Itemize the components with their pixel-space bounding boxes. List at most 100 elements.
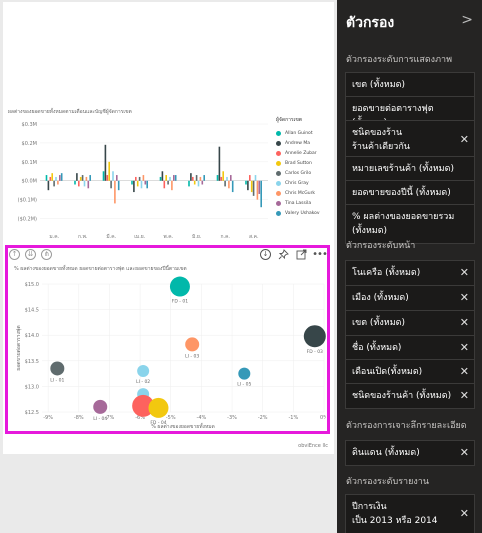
filter-card-label: % ผลต่างของยอดขายรวม (ทั้งหมด) [352, 212, 455, 236]
close-icon[interactable]: ✕ [460, 389, 469, 403]
bar [195, 175, 198, 181]
scatter-point [185, 337, 200, 352]
bar [49, 176, 52, 181]
filter-card-store-kind[interactable]: ชนิดของร้านค้า (ทั้งหมด) ✕ [345, 383, 475, 409]
chevron-right-icon[interactable]: > [461, 12, 473, 28]
bar [110, 180, 112, 189]
bar [53, 180, 55, 187]
bar [220, 176, 223, 181]
filter-card-label: เดือนเปิด(ทั้งหมด) [352, 367, 423, 377]
scatter-chart-plot[interactable]: $15.0$14.5$14.0$13.5$13.0$12.5-9% -8% -7% -… [8, 272, 326, 432]
bar [142, 175, 145, 181]
filter-card-this-year-sales[interactable]: ยอดขายของปีนี้ (ทั้งหมด) [345, 180, 475, 206]
y-axis-label: ยอดขายต่อตารางฟุต [16, 325, 22, 370]
legend-marker [276, 200, 281, 206]
filter-card-name[interactable]: ชื่อ (ทั้งหมด) ✕ [345, 335, 475, 361]
x-tick-label: -3% [227, 415, 237, 421]
legend-item[interactable]: Tina Lassila [276, 198, 332, 208]
filter-card-open-month[interactable]: เดือนเปิด(ทั้งหมด) ✕ [345, 359, 475, 385]
close-icon[interactable]: ✕ [460, 133, 469, 147]
legend-item[interactable]: Andrew Ma [276, 138, 332, 148]
expand-hierarchy-icon[interactable]: ⋔ [40, 248, 53, 261]
bar [161, 171, 164, 181]
monthly-variance-chart[interactable]: $0.3M $0.2M $0.1M $0.0M ($0.1M) ($0.2M) ม.ค. ก.… [6, 108, 330, 244]
filter-card-store-number[interactable]: หมายเลขร้านค้า (ทั้งหมด) [345, 156, 475, 182]
scatter-point [148, 397, 169, 418]
x-tick-label: ก.พ. [78, 234, 88, 240]
bar [131, 180, 133, 185]
legend-marker [276, 150, 281, 156]
point-label: LI - 04 [93, 416, 107, 422]
close-icon[interactable]: ✕ [460, 507, 469, 521]
legend-item[interactable]: Chris McGurk [276, 188, 332, 198]
bar [102, 171, 105, 181]
legend-label: Valery Ushakov [285, 210, 320, 216]
bar [250, 180, 253, 193]
bar [81, 175, 84, 181]
footer-logo: obviEnce llc [298, 443, 328, 449]
close-icon[interactable]: ✕ [460, 266, 469, 280]
legend-item[interactable]: Allan Guinot [276, 128, 332, 138]
close-icon[interactable]: ✕ [460, 316, 469, 330]
x-tick-label: ก.ค. [220, 234, 230, 240]
bar [45, 175, 48, 181]
scatter-point [137, 365, 150, 378]
filter-card-chain[interactable]: โนเครือ (ทั้งหมด) ✕ [345, 260, 475, 286]
bar [57, 180, 59, 185]
legend-label: Allan Guinot [285, 130, 313, 136]
more-options-icon[interactable]: ••• [312, 248, 328, 261]
legend-item[interactable]: Brad Sutton [276, 158, 332, 168]
bar [174, 175, 177, 181]
legend-item[interactable]: Carlos Grilo [276, 168, 332, 178]
close-icon[interactable]: ✕ [460, 291, 469, 305]
legend-marker [276, 170, 281, 176]
bar [226, 176, 228, 181]
x-tick-label: มิ.ย. [192, 233, 202, 240]
filter-card-value: เป็น 2013 หรือ 2014 [352, 516, 438, 526]
legend-label: Chris Gray [285, 180, 309, 186]
bar [89, 175, 91, 181]
pin-icon[interactable] [277, 248, 290, 261]
bar [192, 176, 194, 181]
bar [216, 175, 219, 181]
legend-label: Carlos Grilo [285, 170, 312, 176]
drill-up-icon[interactable]: ↑ [8, 248, 21, 261]
close-icon[interactable]: ✕ [460, 446, 469, 460]
legend-item[interactable]: Valery Ushakov [276, 208, 332, 218]
filter-card-city[interactable]: เมือง (ทั้งหมด) ✕ [345, 285, 475, 311]
filter-card-label: ยอดขายของปีนี้ (ทั้งหมด) [352, 188, 451, 198]
close-icon[interactable]: ✕ [460, 341, 469, 355]
drill-down-toggle-icon[interactable]: ↓ [259, 248, 272, 261]
bar [190, 173, 192, 181]
filter-card-label: ปีการเงิน [352, 502, 387, 512]
filter-card-region[interactable]: เขต (ทั้งหมด) [345, 72, 475, 98]
x-tick-label: พ.ค. [163, 234, 173, 240]
x-tick-label: -8% [74, 415, 84, 421]
bar [222, 171, 224, 181]
bar [218, 146, 221, 181]
filter-card-store-type[interactable]: ชนิดของร้าน ร้านค้าเดียวกัน ✕ [345, 120, 475, 160]
legend-label: Tina Lassila [285, 200, 312, 206]
filter-card-territory[interactable]: ดินแดน (ทั้งหมด) ✕ [345, 440, 475, 466]
bar [85, 176, 88, 181]
report-canvas: obviEnce llc $0.3M $0.2M $0.1M $0.0M ($0.1M)… [0, 0, 336, 533]
close-icon[interactable]: ✕ [460, 365, 469, 379]
drill-down-all-icon[interactable]: ⇊ [24, 248, 37, 261]
focus-mode-icon[interactable] [295, 248, 308, 261]
bar [60, 173, 63, 181]
bar [79, 176, 82, 181]
bar [171, 180, 173, 191]
point-label: LI - 03 [185, 353, 199, 359]
x-tick-label: ม.ค. [49, 234, 59, 240]
filter-card-fiscal-year[interactable]: ปีการเงิน เป็น 2013 หรือ 2014 ✕ [345, 494, 475, 533]
filter-card-label: เขต (ทั้งหมด) [352, 80, 405, 90]
legend-item[interactable]: Chris Gray [276, 178, 332, 188]
x-tick-label: 0% [320, 415, 326, 421]
bar [224, 180, 226, 187]
filter-card-district[interactable]: เขต (ทั้งหมด) ✕ [345, 310, 475, 336]
scatter-point [169, 276, 190, 297]
bar [51, 173, 53, 181]
bar [165, 175, 167, 181]
legend-item[interactable]: Annelie Zubar [276, 148, 332, 158]
bar [106, 175, 109, 181]
